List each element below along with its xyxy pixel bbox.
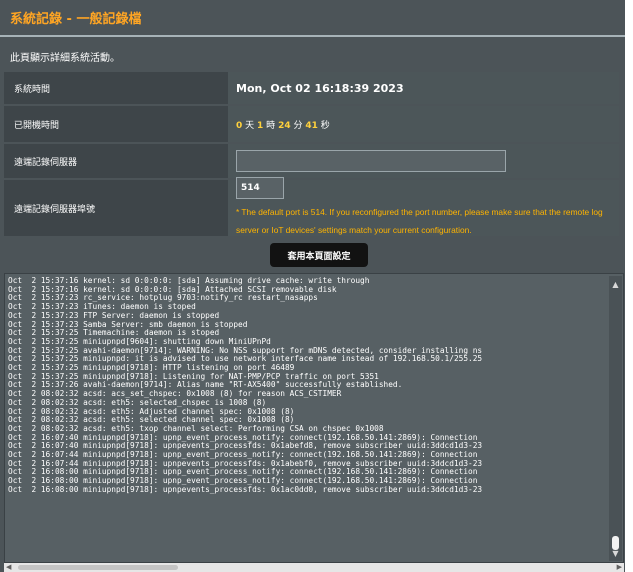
vertical-scroll-thumb[interactable] — [612, 536, 619, 550]
uptime-minutes-unit: 分 — [293, 120, 303, 131]
horizontal-scrollbar[interactable]: ◀ ▶ — [4, 563, 624, 572]
remote-log-server-input[interactable] — [236, 150, 506, 172]
page-description: 此頁顯示詳細系統活動。 — [10, 53, 120, 64]
vertical-scrollbar[interactable]: ▲ ▼ — [609, 276, 622, 561]
remote-log-port-label: 遠端記錄伺服器埠號 — [4, 180, 228, 236]
system-time-row: 系統時間 Mon, Oct 02 16:18:39 2023 — [4, 72, 619, 104]
uptime-days: 0 — [236, 120, 243, 131]
uptime-label: 已開機時間 — [4, 106, 228, 142]
remote-log-server-row: 遠端記錄伺服器 — [4, 144, 619, 178]
log-viewer[interactable]: Oct 2 15:37:16 kernel: sd 0:0:0:0: [sda]… — [4, 273, 624, 563]
system-time-value: Mon, Oct 02 16:18:39 2023 — [236, 81, 404, 95]
horizontal-scroll-thumb[interactable] — [18, 565, 178, 570]
apply-button[interactable]: 套用本頁面設定 — [270, 243, 368, 267]
log-text: Oct 2 15:37:16 kernel: sd 0:0:0:0: [sda]… — [8, 277, 483, 494]
system-log-panel: 系統記錄 - 一般記錄檔 此頁顯示詳細系統活動。 系統時間 Mon, Oct 0… — [0, 0, 625, 572]
uptime-value: 0 天 1 時 24 分 41 秒 — [236, 118, 330, 131]
scroll-left-icon[interactable]: ◀ — [6, 563, 11, 572]
page-title: 系統記錄 - 一般記錄檔 — [10, 12, 142, 27]
uptime-seconds: 41 — [305, 120, 318, 131]
uptime-hours-unit: 時 — [266, 120, 276, 131]
remote-log-port-row: 遠端記錄伺服器埠號 514 * The default port is 514.… — [4, 177, 619, 236]
system-time-label: 系統時間 — [4, 72, 228, 104]
uptime-minutes: 24 — [278, 120, 291, 131]
scroll-up-icon[interactable]: ▲ — [609, 280, 622, 290]
uptime-hours: 1 — [257, 120, 264, 131]
scroll-down-icon[interactable]: ▼ — [609, 549, 622, 559]
title-divider — [0, 35, 625, 37]
scroll-right-icon[interactable]: ▶ — [617, 563, 622, 572]
remote-log-port-input[interactable]: 514 — [236, 177, 284, 199]
uptime-days-unit: 天 — [245, 120, 255, 131]
remote-log-server-label: 遠端記錄伺服器 — [4, 144, 228, 178]
uptime-row: 已開機時間 0 天 1 時 24 分 41 秒 — [4, 106, 619, 142]
port-hint-text: * The default port is 514. If you reconf… — [236, 207, 603, 235]
uptime-seconds-unit: 秒 — [320, 120, 330, 131]
